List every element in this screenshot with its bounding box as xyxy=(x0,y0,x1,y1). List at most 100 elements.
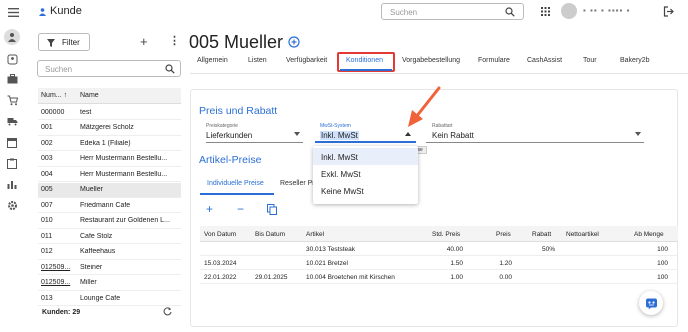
list-item[interactable]: 011 Cafe Stolz xyxy=(38,229,181,244)
col-nettoartikel[interactable]: Nettoartikel xyxy=(566,231,599,238)
dropdown-arrow-up-icon xyxy=(405,132,411,136)
tab-verfuegbarkeit[interactable]: Verfügbarkeit xyxy=(286,57,327,64)
list-item[interactable]: 012 Kaffeehaus xyxy=(38,245,181,260)
contact-icon[interactable] xyxy=(5,52,19,66)
add-icon[interactable]: + xyxy=(140,34,148,49)
mwst-option-label: Exkl. MwSt xyxy=(321,170,361,179)
more-vert-icon[interactable]: ⋮ xyxy=(169,34,180,47)
customer-number: 003 xyxy=(41,155,53,162)
tab-vorgabebestellung[interactable]: Vorgabebestellung xyxy=(402,57,460,64)
mwst-system-value: Inkl. MwSt xyxy=(320,131,359,140)
search-icon[interactable] xyxy=(165,64,175,74)
customer-number: 007 xyxy=(41,201,53,209)
list-item[interactable]: 013 Lounge Cafe xyxy=(38,291,181,306)
chart-icon[interactable] xyxy=(5,177,19,191)
col-von-datum[interactable]: Von Datum xyxy=(204,231,236,238)
tab-tour[interactable]: Tour xyxy=(583,57,597,64)
cell-ab-menge: 100 xyxy=(657,274,668,281)
calendar-icon[interactable] xyxy=(5,135,19,149)
bot-icon xyxy=(645,298,657,309)
add-circle-icon[interactable] xyxy=(288,36,300,48)
list-item[interactable]: 004 Herr Mustermann Bestellu... xyxy=(38,167,181,182)
list-item[interactable]: 003 Herr Mustermann Bestellu... xyxy=(38,152,181,167)
tab-konditionen[interactable]: Konditionen xyxy=(346,57,383,64)
list-item[interactable]: 012509... Steiner xyxy=(38,260,181,275)
customer-number: 001 xyxy=(41,124,53,131)
list-item[interactable]: 000000 test xyxy=(38,105,181,120)
table-row[interactable] xyxy=(200,256,678,270)
logout-icon[interactable] xyxy=(662,5,674,17)
mwst-option[interactable]: Keine MwSt xyxy=(313,183,418,200)
list-item[interactable]: 007 Friedmann Cafe xyxy=(38,198,181,213)
cell-ab-menge: 100 xyxy=(657,260,668,267)
gear-icon[interactable] xyxy=(5,198,19,212)
cell-rabatt: 50% xyxy=(541,246,555,253)
mwst-option[interactable]: Exkl. MwSt xyxy=(313,166,418,183)
tab-listen[interactable]: Listen xyxy=(248,57,267,64)
customer-name: Restaurant zur Goldenen L... xyxy=(80,217,170,224)
section-title-artikel-preise: Artikel-Preise xyxy=(199,154,262,166)
mwst-dropdown-menu: Inkl. MwSt Exkl. MwSt Keine MwSt xyxy=(313,146,418,204)
remove-row-icon[interactable]: − xyxy=(237,202,244,216)
customer-icon[interactable] xyxy=(4,29,20,45)
mwst-option-label: Inkl. MwSt xyxy=(321,153,358,162)
col-ab-menge[interactable]: Ab Menge xyxy=(634,231,664,238)
col-std-preis[interactable]: Std. Preis xyxy=(432,231,460,238)
list-item[interactable]: 005 Mueller xyxy=(38,182,181,198)
customer-name: Mätzgerei Scholz xyxy=(80,124,134,131)
col-artikel[interactable]: Artikel xyxy=(306,231,324,238)
col-preis[interactable]: Preis xyxy=(496,231,511,238)
customer-name: Kaffeehaus xyxy=(80,248,116,255)
clipboard-icon[interactable] xyxy=(5,156,19,170)
refresh-icon[interactable] xyxy=(162,306,172,316)
col-name-header[interactable]: Name xyxy=(80,92,181,99)
filter-label: Filter xyxy=(62,38,80,47)
briefcase-icon[interactable] xyxy=(5,72,19,86)
customer-name: Herr Mustermann Bestellu... xyxy=(80,155,168,162)
col-bis-datum[interactable]: Bis Datum xyxy=(255,231,285,238)
menu-icon[interactable] xyxy=(7,6,19,18)
customer-name: Cafe Stolz xyxy=(80,232,113,240)
customer-name: Herr Mustermann Bestellu... xyxy=(80,170,168,178)
avatar[interactable] xyxy=(561,3,577,19)
list-item[interactable]: 002 Edeka 1 (Filiale) xyxy=(38,136,181,151)
tabs-divider xyxy=(190,73,688,74)
tab-bakery2b[interactable]: Bakery2b xyxy=(620,57,650,64)
col-rabatt[interactable]: Rabatt xyxy=(532,231,551,238)
subtab-individuelle-preise[interactable]: Individuelle Preise xyxy=(207,180,264,187)
chat-bot-button[interactable] xyxy=(639,291,663,315)
mwst-option-label: Keine MwSt xyxy=(321,187,364,196)
cell-artikel: 10.021 Bretzel xyxy=(306,260,348,267)
apps-grid-icon[interactable] xyxy=(540,6,550,16)
tab-formulare[interactable]: Formulare xyxy=(478,57,510,64)
add-row-icon[interactable]: + xyxy=(206,202,213,216)
customer-name: Mueller xyxy=(80,186,103,193)
preiskategorie-label: Preiskategorie xyxy=(206,123,238,129)
preiskategorie-select[interactable]: Preiskategorie Lieferkunden xyxy=(206,123,303,143)
cell-preis: 1.20 xyxy=(499,260,512,267)
mwst-option[interactable]: Inkl. MwSt xyxy=(313,148,418,165)
cell-artikel: 10.004 Broetchen mit Kirschen xyxy=(306,274,395,281)
filter-button[interactable]: Filter xyxy=(38,33,90,51)
customer-number: 004 xyxy=(41,170,53,178)
global-search[interactable]: Suchen xyxy=(381,3,524,20)
rabattart-select[interactable]: Rabattart Kein Rabatt xyxy=(426,123,644,143)
cart-icon[interactable] xyxy=(5,93,19,107)
truck-icon[interactable] xyxy=(5,114,19,128)
customer-list-panel: Filter + ⋮ Suchen Num... ↑ Name 000000 te… xyxy=(30,26,186,332)
col-num-header[interactable]: Num... ↑ xyxy=(38,92,80,99)
list-item[interactable]: 001 Mätzgerei Scholz xyxy=(38,121,181,136)
tab-allgemein[interactable]: Allgemein xyxy=(197,57,228,64)
tab-cashassist[interactable]: CashAssist xyxy=(527,57,562,64)
list-item[interactable]: 010 Restaurant zur Goldenen L... xyxy=(38,214,181,229)
cell-ab-menge: 100 xyxy=(657,246,668,253)
search-icon[interactable] xyxy=(505,7,515,17)
list-item[interactable]: 012509... Miller xyxy=(38,276,181,291)
list-search-input[interactable]: Suchen xyxy=(37,60,181,77)
cell-std-preis: 1.50 xyxy=(450,260,463,267)
cell-von-datum: 15.03.2024 xyxy=(204,260,237,267)
top-bar: Kunde Suchen ▪ ▪▪ ▪ ▪▪▪▪ ▪ xyxy=(0,0,688,26)
copy-icon[interactable] xyxy=(266,204,277,215)
table-row[interactable] xyxy=(200,242,678,256)
rabattart-value: Kein Rabatt xyxy=(432,131,474,140)
